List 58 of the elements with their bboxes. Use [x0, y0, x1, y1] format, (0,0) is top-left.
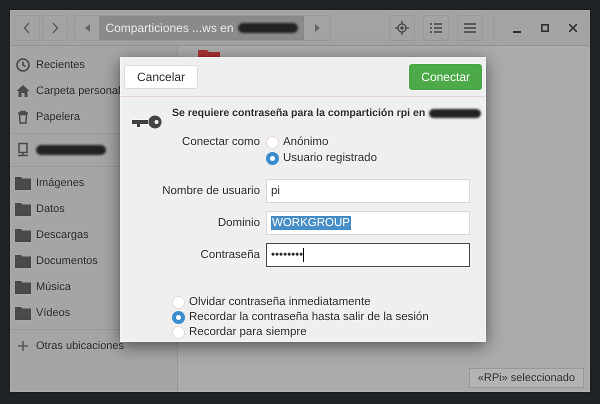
- sidebar-item[interactable]: Otras ubicaciones: [10, 333, 177, 359]
- radio-label: Recordar para siempre: [189, 325, 307, 339]
- field-label: Conectar como: [181, 135, 260, 149]
- radio-label: Recordar la contraseña hasta salir de la sesión: [189, 310, 429, 324]
- forward-button[interactable]: [42, 14, 68, 40]
- list-view-button[interactable]: [423, 14, 449, 40]
- close-icon: [569, 24, 577, 32]
- radio-button[interactable]: [172, 310, 185, 324]
- folder-icon: [15, 176, 31, 190]
- redacted-block: [429, 108, 482, 118]
- connect-button[interactable]: Conectar: [409, 64, 482, 90]
- menu-button[interactable]: [457, 14, 483, 40]
- input-field[interactable]: pi: [266, 179, 470, 203]
- forward-icon: [51, 22, 59, 34]
- field-label: Dominio: [216, 216, 260, 230]
- folder-icon: [15, 228, 31, 242]
- sidebar-item[interactable]: Vídeos: [10, 300, 177, 326]
- radio-button[interactable]: [172, 326, 185, 338]
- folder-icon: [15, 202, 31, 216]
- location-button[interactable]: [389, 14, 415, 40]
- dialog-message: Se requiere contraseña para la compartición rpi en: [172, 106, 426, 120]
- cancel-button[interactable]: Cancelar: [124, 64, 198, 88]
- sidebar-item[interactable]: Documentos: [10, 248, 177, 274]
- radio-button[interactable]: [172, 296, 185, 308]
- clock-icon: [15, 57, 31, 73]
- list-icon: [430, 22, 442, 32]
- trash-icon: [15, 109, 31, 125]
- plus-icon: [17, 340, 29, 352]
- back-icon: [23, 22, 31, 34]
- sidebar-item[interactable]: Descargas: [10, 222, 177, 248]
- input-field[interactable]: WORKGROUP: [266, 211, 470, 235]
- radio-label: Olvidar contraseña inmediatamente: [189, 295, 371, 309]
- status-label: «RPi» seleccionado: [468, 368, 584, 388]
- home-icon: [15, 83, 31, 99]
- redacted-block: [36, 145, 106, 155]
- sidebar-item[interactable]: Datos: [10, 196, 177, 222]
- key-icon: [132, 115, 162, 129]
- path-button[interactable]: Comparticiones ...ws en: [99, 16, 304, 40]
- radio-button[interactable]: [266, 152, 279, 164]
- radio-button[interactable]: [266, 136, 279, 148]
- network-drive-icon: [15, 142, 31, 158]
- sidebar-item[interactable]: Música: [10, 274, 177, 300]
- folder-icon: [15, 254, 31, 268]
- menu-icon: [464, 22, 476, 32]
- radio-label: Anónimo: [283, 135, 328, 149]
- right-arrow-icon: [314, 24, 320, 32]
- minimize-icon: [513, 30, 521, 32]
- field-label: Contraseña: [200, 248, 260, 262]
- redacted-block: [238, 22, 298, 32]
- left-arrow-icon: [84, 24, 90, 32]
- folder-icon: [15, 306, 31, 320]
- radio-label: Usuario registrado: [283, 151, 377, 165]
- folder-icon: [15, 280, 31, 294]
- input-field[interactable]: ••••••••: [266, 243, 470, 267]
- back-button[interactable]: [14, 14, 40, 40]
- field-label: Nombre de usuario: [161, 184, 260, 198]
- maximize-icon: [541, 24, 549, 32]
- crosshair-icon: [395, 20, 409, 34]
